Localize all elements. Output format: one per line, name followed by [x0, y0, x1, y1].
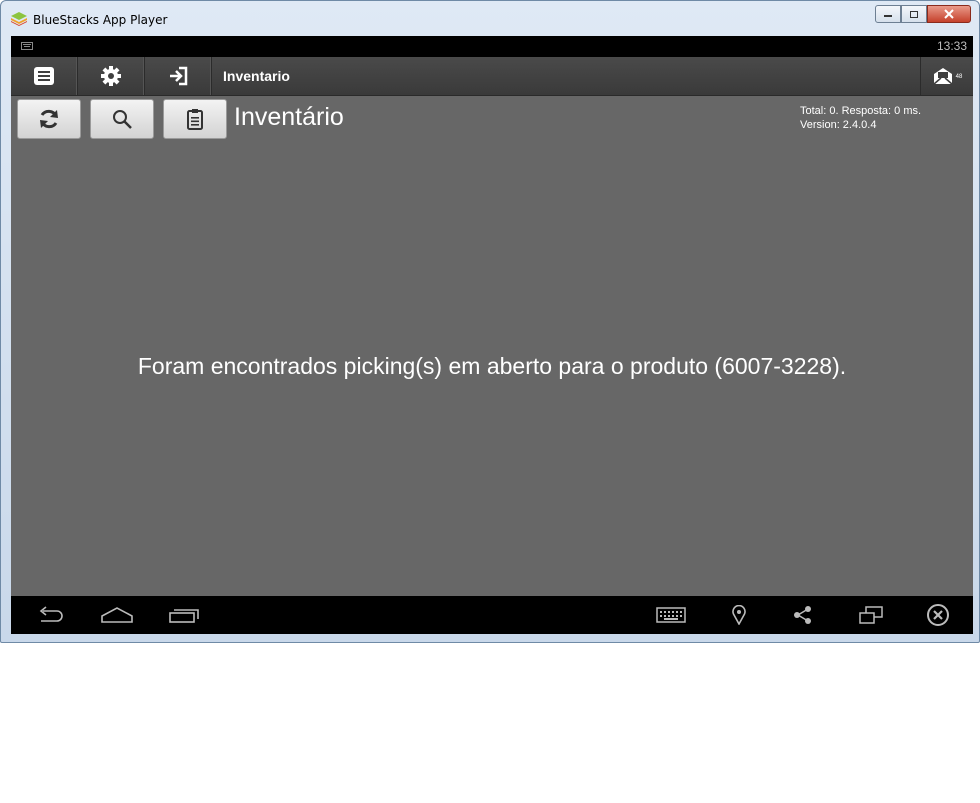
status-bar: 13:33 — [11, 36, 973, 57]
share-icon — [794, 606, 811, 624]
home-button[interactable] — [100, 602, 134, 628]
android-screen: 13:33 Inventario 48 Inventário Total: 0.… — [11, 36, 973, 634]
action-bar-title: Inventario — [223, 68, 290, 84]
stats-total-response: Total: 0. Resposta: 0 ms. — [800, 105, 922, 117]
action-bar: Inventario 48 — [11, 57, 973, 96]
page-title: Inventário — [234, 103, 344, 131]
home-icon — [101, 607, 133, 623]
location-icon — [732, 605, 746, 625]
search-button[interactable] — [90, 99, 154, 139]
refresh-icon — [40, 109, 58, 129]
clipboard-icon — [187, 109, 203, 130]
settings-button[interactable] — [78, 57, 145, 95]
recent-apps-button[interactable] — [167, 602, 201, 628]
menu-icon — [34, 67, 54, 85]
maximize-icon — [910, 10, 918, 18]
maximize-button[interactable] — [901, 5, 927, 23]
login-button[interactable] — [145, 57, 212, 95]
sign-in-icon — [170, 66, 188, 86]
stats-info: Total: 0. Resposta: 0 ms. Version: 2.4.0… — [800, 104, 921, 132]
share-button[interactable] — [786, 602, 820, 628]
close-window-button[interactable] — [927, 5, 971, 23]
window-controls — [875, 5, 971, 23]
rotate-icon — [859, 606, 883, 624]
status-clock: 13:33 — [936, 39, 967, 53]
close-app-button[interactable] — [921, 602, 955, 628]
app-window: BlueStacks App Player 13:33 Inventario 4… — [0, 0, 980, 643]
window-titlebar[interactable]: BlueStacks App Player — [1, 1, 979, 35]
rotate-button[interactable] — [854, 602, 888, 628]
mail-count-badge: 48 — [955, 74, 963, 80]
keyboard-notification-icon — [21, 42, 33, 50]
menu-button[interactable] — [11, 57, 78, 95]
clipboard-button[interactable] — [163, 99, 227, 139]
back-icon — [39, 606, 63, 622]
navigation-bar — [11, 596, 973, 634]
mail-button[interactable]: 48 — [920, 57, 973, 95]
stats-version: Version: 2.4.0.4 — [800, 119, 877, 131]
gear-icon — [101, 66, 121, 86]
minimize-button[interactable] — [875, 5, 901, 23]
keyboard-icon — [656, 607, 686, 623]
location-button[interactable] — [722, 602, 756, 628]
keyboard-button[interactable] — [654, 602, 688, 628]
recent-apps-icon — [169, 609, 199, 623]
search-icon — [113, 110, 132, 129]
mail-icon — [933, 68, 953, 85]
minimize-icon — [884, 15, 892, 17]
close-icon — [944, 9, 954, 19]
status-message: Foram encontrados picking(s) em aberto p… — [137, 353, 847, 379]
back-button[interactable] — [33, 602, 67, 628]
window-title: BlueStacks App Player — [33, 13, 168, 27]
refresh-button[interactable] — [17, 99, 81, 139]
close-circle-icon — [927, 604, 949, 626]
bluestacks-logo-icon — [11, 12, 27, 26]
